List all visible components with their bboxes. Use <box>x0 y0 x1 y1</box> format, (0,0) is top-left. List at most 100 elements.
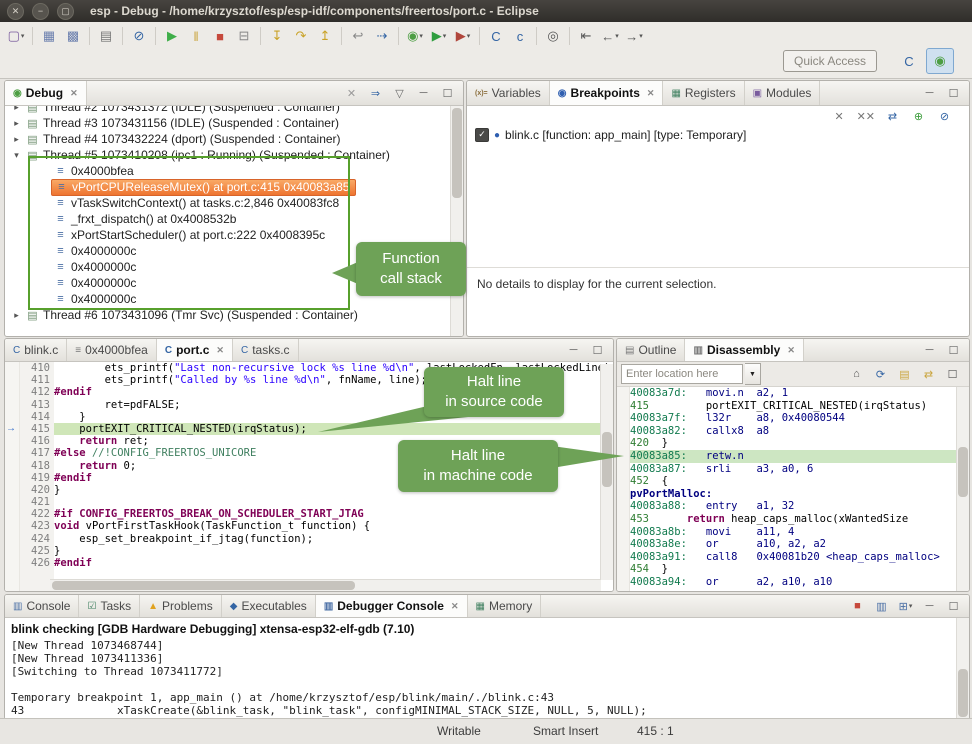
stack-frame-row[interactable]: ≡0x4000000c <box>5 275 451 291</box>
editor-vertical-scrollbar[interactable] <box>600 364 613 580</box>
debug-thread-row[interactable]: ▸▤Thread #6 1073431096 (Tmr Svc) (Suspen… <box>5 307 451 323</box>
remove-terminated-icon[interactable]: ✕ <box>341 84 362 102</box>
show-source-icon[interactable]: ▤ <box>894 365 915 383</box>
debug-icon[interactable]: ◉▾ <box>403 25 427 47</box>
disassembly-code-area[interactable]: 40083a7d: movi.n a2, 1415 portEXIT_CRITI… <box>630 387 957 591</box>
minimize-icon[interactable]: ─ <box>413 84 434 102</box>
close-tab-icon[interactable]: ✕ <box>647 88 655 99</box>
minimize-icon[interactable]: ─ <box>919 341 940 359</box>
drop-to-frame-icon[interactable]: ↩ <box>346 25 370 47</box>
maximize-icon[interactable]: ☐ <box>437 84 458 102</box>
maximize-button[interactable]: ▢ <box>57 3 74 20</box>
debug-thread-row[interactable]: ▸▤Thread #2 1073431372 (IDLE) (Suspended… <box>5 106 451 115</box>
remove-breakpoint-icon[interactable]: ✕ <box>829 107 850 125</box>
tab-problems[interactable]: ▲Problems <box>140 595 222 617</box>
stack-frame-row[interactable]: ≡_frxt_dispatch() at 0x4008532b <box>5 211 451 227</box>
instruction-stepping-icon[interactable]: ⇢ <box>370 25 394 47</box>
new-c-project-icon[interactable]: C <box>484 25 508 47</box>
print-icon[interactable]: ▤ <box>94 25 118 47</box>
tab-registers[interactable]: ▦Registers <box>663 81 744 105</box>
skip-all-breakpoints-icon[interactable]: ⊘ <box>127 25 151 47</box>
location-dropdown-icon[interactable]: ▼ <box>745 363 761 385</box>
tab-debug[interactable]: ◉Debug✕ <box>5 81 87 105</box>
editor-marker-gutter[interactable]: → <box>5 362 20 591</box>
stack-frame-row[interactable]: ≡0x4000000c <box>5 291 451 307</box>
resume-icon[interactable]: ▶ <box>160 25 184 47</box>
console-scrollbar[interactable] <box>956 618 969 719</box>
expand-arrow-icon[interactable]: ▸ <box>10 118 23 129</box>
close-button[interactable]: ✕ <box>7 3 24 20</box>
debug-scrollbar[interactable] <box>450 106 463 336</box>
save-icon[interactable]: ▦ <box>37 25 61 47</box>
disconnect-icon[interactable]: ⊟ <box>232 25 256 47</box>
tab-executables[interactable]: ◆Executables <box>222 595 316 617</box>
debug-thread-row[interactable]: ▾▤Thread #5 1073410208 (ipc1 : Running) … <box>5 147 451 163</box>
tab-debugger-console[interactable]: ▥Debugger Console✕ <box>316 595 468 617</box>
scrollbar-thumb[interactable] <box>958 669 968 717</box>
tab-console[interactable]: ▥Console <box>5 595 79 617</box>
tab-tasks-c[interactable]: Ctasks.c <box>233 339 299 361</box>
minimize-icon[interactable]: ─ <box>563 341 584 359</box>
debug-thread-row[interactable]: ▸▤Thread #3 1073431156 (IDLE) (Suspended… <box>5 115 451 131</box>
stack-frame-row[interactable]: ≡vPortCPUReleaseMutex() at port.c:415 0x… <box>5 179 451 195</box>
tab-outline[interactable]: ▤Outline <box>617 339 685 361</box>
console-body[interactable]: blink checking [GDB Hardware Debugging] … <box>5 618 957 719</box>
open-new-view-icon[interactable]: ☐ <box>942 365 963 383</box>
location-input[interactable]: Enter location here <box>621 364 743 384</box>
tab-port-c[interactable]: Cport.c✕ <box>157 339 233 361</box>
suspend-icon[interactable]: ‖ <box>184 25 208 47</box>
run-icon[interactable]: ▶▾ <box>427 25 451 47</box>
expand-arrow-icon[interactable]: ▸ <box>10 310 23 321</box>
maximize-icon[interactable]: ☐ <box>587 341 608 359</box>
last-edit-location-icon[interactable]: ⇤ <box>574 25 598 47</box>
step-return-icon[interactable]: ↥ <box>313 25 337 47</box>
terminate-icon[interactable]: ■ <box>208 25 232 47</box>
close-tab-icon[interactable]: ✕ <box>70 88 78 99</box>
maximize-icon[interactable]: ☐ <box>943 84 964 102</box>
scrollbar-thumb[interactable] <box>602 432 612 487</box>
tab-tasks[interactable]: ☑Tasks <box>79 595 140 617</box>
stack-frame-row[interactable]: ≡0x4000bfea <box>5 163 451 179</box>
debug-thread-row[interactable]: ▸▤Thread #4 1073432224 (dport) (Suspende… <box>5 131 451 147</box>
tab-disassembly[interactable]: ▥Disassembly✕ <box>685 339 803 361</box>
scrollbar-thumb[interactable] <box>958 447 968 497</box>
minimize-button[interactable]: − <box>32 3 49 20</box>
close-tab-icon[interactable]: ✕ <box>787 345 795 356</box>
close-tab-icon[interactable]: ✕ <box>451 601 459 612</box>
new-c-file-icon[interactable]: c <box>508 25 532 47</box>
breakpoint-checkbox[interactable]: ✓ <box>475 128 489 142</box>
tab-variables[interactable]: (x)=Variables <box>467 81 550 105</box>
scrollbar-thumb[interactable] <box>452 108 462 198</box>
minimize-icon[interactable]: ─ <box>919 84 940 102</box>
scrollbar-thumb[interactable] <box>52 581 355 590</box>
maximize-icon[interactable]: ☐ <box>943 597 964 615</box>
tab-blink-c[interactable]: Cblink.c <box>5 339 67 361</box>
breakpoint-item[interactable]: ✓ ● blink.c [function: app_main] [type: … <box>475 128 746 142</box>
home-icon[interactable]: ⌂ <box>846 365 867 383</box>
source-code-area[interactable]: ets_printf("Last non-recursive lock %s l… <box>54 362 613 591</box>
new-wizard-icon[interactable]: ▢▾ <box>4 25 28 47</box>
refresh-icon[interactable]: ⟳ <box>870 365 891 383</box>
open-console-icon[interactable]: ⊞▾ <box>895 597 916 615</box>
back-icon[interactable]: ←▾ <box>598 25 622 47</box>
tab-memory[interactable]: ▦Memory <box>468 595 542 617</box>
stack-frame-row[interactable]: ≡0x4000000c <box>5 259 451 275</box>
debug-perspective-button[interactable]: ◉ <box>926 48 954 74</box>
collapse-arrow-icon[interactable]: ▾ <box>10 150 23 161</box>
debug-toolbar-menu-icon[interactable]: ⇒ <box>365 84 386 102</box>
external-tools-icon[interactable]: ▶▾ <box>451 25 475 47</box>
forward-icon[interactable]: →▾ <box>622 25 646 47</box>
cpp-perspective-button[interactable]: C <box>895 48 923 74</box>
step-over-icon[interactable]: ↷ <box>289 25 313 47</box>
expand-arrow-icon[interactable]: ▸ <box>10 134 23 145</box>
stack-frame-row[interactable]: ≡vTaskSwitchContext() at tasks.c:2,846 0… <box>5 195 451 211</box>
save-all-icon[interactable]: ▩ <box>61 25 85 47</box>
sync-selection-icon[interactable]: ⇄ <box>918 365 939 383</box>
stack-frame-row[interactable]: ≡xPortStartScheduler() at port.c:222 0x4… <box>5 227 451 243</box>
display-selected-console-icon[interactable]: ▥ <box>871 597 892 615</box>
editor-horizontal-scrollbar[interactable] <box>50 579 601 591</box>
link-with-debug-view-icon[interactable]: ⇄ <box>882 107 903 125</box>
step-into-icon[interactable]: ↧ <box>265 25 289 47</box>
view-menu-icon[interactable]: ▽ <box>389 84 410 102</box>
maximize-icon[interactable]: ☐ <box>943 341 964 359</box>
